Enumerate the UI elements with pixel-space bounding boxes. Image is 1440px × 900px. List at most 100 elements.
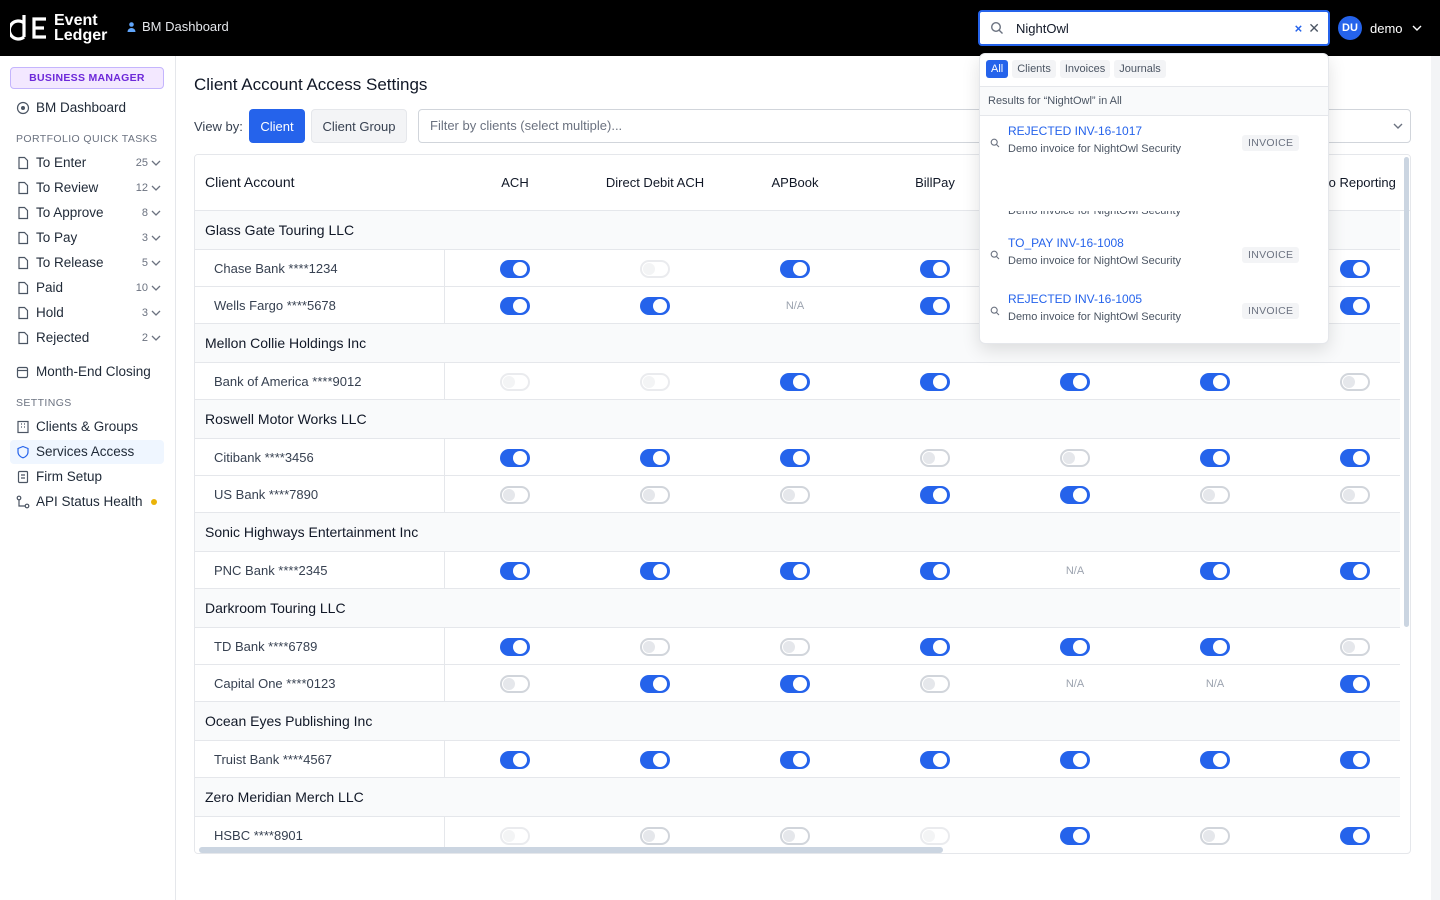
- access-toggle[interactable]: [500, 485, 530, 504]
- sidebar-item-to-release[interactable]: To Release 5: [16, 255, 162, 270]
- access-toggle[interactable]: [1340, 296, 1370, 315]
- page-scrollbar[interactable]: [1431, 56, 1440, 900]
- access-toggle[interactable]: [920, 259, 950, 278]
- access-cell: N/A: [725, 287, 865, 324]
- access-toggle[interactable]: [1340, 750, 1370, 769]
- sidebar-item-rejected[interactable]: Rejected 2: [16, 330, 162, 345]
- access-toggle[interactable]: [500, 448, 530, 467]
- sidebar-item-bm-dashboard[interactable]: BM Dashboard: [16, 100, 162, 115]
- access-toggle[interactable]: [780, 372, 810, 391]
- logo-line1: Event: [54, 12, 98, 29]
- access-toggle[interactable]: [920, 372, 950, 391]
- user-menu[interactable]: DU demo: [1338, 16, 1423, 40]
- horizontal-scrollbar[interactable]: [199, 847, 943, 853]
- sidebar-item-api-status-health[interactable]: API Status Health: [16, 494, 162, 509]
- access-toggle[interactable]: [1200, 561, 1230, 580]
- access-toggle[interactable]: [920, 485, 950, 504]
- access-toggle[interactable]: [780, 259, 810, 278]
- access-toggle[interactable]: [780, 448, 810, 467]
- results-heading: Results for “NightOwl” in All: [980, 86, 1328, 116]
- access-toggle[interactable]: [1200, 826, 1230, 845]
- access-toggle[interactable]: [1060, 448, 1090, 467]
- access-cell: [1005, 817, 1145, 853]
- access-toggle[interactable]: [1060, 826, 1090, 845]
- access-toggle[interactable]: [1200, 372, 1230, 391]
- access-toggle[interactable]: [640, 826, 670, 845]
- sidebar-item-firm-setup[interactable]: Firm Setup: [16, 469, 162, 484]
- access-toggle[interactable]: [500, 259, 530, 278]
- sidebar-item-services-access[interactable]: Services Access: [16, 444, 162, 459]
- access-toggle[interactable]: [1060, 637, 1090, 656]
- search-result-item[interactable]: REJECTED INV-16-1017 Demo invoice for Nig…: [980, 116, 1328, 154]
- search-tab-all[interactable]: All: [986, 60, 1009, 78]
- search-tab-journals[interactable]: Journals: [1114, 60, 1166, 78]
- access-toggle[interactable]: [500, 561, 530, 580]
- access-toggle[interactable]: [920, 750, 950, 769]
- access-toggle[interactable]: [640, 674, 670, 693]
- access-toggle[interactable]: [500, 637, 530, 656]
- access-toggle[interactable]: [640, 448, 670, 467]
- access-toggle[interactable]: [1200, 448, 1230, 467]
- access-toggle[interactable]: [780, 674, 810, 693]
- access-toggle[interactable]: [640, 485, 670, 504]
- access-cell: [1285, 476, 1410, 513]
- sidebar-item-to-approve[interactable]: To Approve 8: [16, 205, 162, 220]
- sidebar-item-to-enter[interactable]: To Enter 25: [16, 155, 162, 170]
- search-result-item[interactable]: REJECTED INV-16-1005 Demo invoice for Nig…: [980, 284, 1328, 340]
- access-toggle[interactable]: [780, 561, 810, 580]
- sidebar-item-clients-groups[interactable]: Clients & Groups: [16, 419, 162, 434]
- access-toggle[interactable]: [1200, 637, 1230, 656]
- global-search-input[interactable]: NightOwl × ✕: [978, 10, 1330, 46]
- access-toggle[interactable]: [1340, 826, 1370, 845]
- access-toggle[interactable]: [780, 485, 810, 504]
- search-result-item[interactable]: TO_PAY INV-16-1008 Demo invoice for Night…: [980, 228, 1328, 284]
- access-cell: [585, 665, 725, 702]
- access-toggle[interactable]: [1340, 259, 1370, 278]
- access-toggle[interactable]: [1060, 485, 1090, 504]
- access-cell: [1285, 665, 1410, 702]
- access-toggle[interactable]: [640, 561, 670, 580]
- access-toggle[interactable]: [500, 750, 530, 769]
- access-toggle[interactable]: [640, 750, 670, 769]
- sidebar-item-hold[interactable]: Hold 3: [16, 305, 162, 320]
- access-toggle[interactable]: [780, 750, 810, 769]
- access-toggle[interactable]: [500, 674, 530, 693]
- section-settings: SETTINGS: [16, 397, 72, 409]
- close-search-button[interactable]: ✕: [1308, 20, 1320, 37]
- access-toggle[interactable]: [1340, 674, 1370, 693]
- vertical-scrollbar[interactable]: [1404, 157, 1409, 627]
- access-toggle[interactable]: [1340, 372, 1370, 391]
- access-toggle[interactable]: [1200, 485, 1230, 504]
- sidebar-item-to-review[interactable]: To Review 12: [16, 180, 162, 195]
- access-toggle[interactable]: [500, 296, 530, 315]
- search-tab-clients[interactable]: Clients: [1012, 60, 1056, 78]
- access-toggle[interactable]: [920, 674, 950, 693]
- access-toggle[interactable]: [1060, 372, 1090, 391]
- access-toggle[interactable]: [1340, 448, 1370, 467]
- access-toggle[interactable]: [1340, 561, 1370, 580]
- access-toggle[interactable]: [920, 296, 950, 315]
- search-tab-invoices[interactable]: Invoices: [1059, 60, 1111, 78]
- access-toggle[interactable]: [640, 637, 670, 656]
- sidebar-item-to-pay[interactable]: To Pay 3: [16, 230, 162, 245]
- access-cell: [445, 363, 585, 400]
- access-toggle[interactable]: [920, 637, 950, 656]
- app-logo[interactable]: Event Ledger: [10, 9, 107, 47]
- access-toggle[interactable]: [1060, 750, 1090, 769]
- sidebar-item-paid[interactable]: Paid 10: [16, 280, 162, 295]
- access-cell: [445, 439, 585, 476]
- access-toggle[interactable]: [780, 826, 810, 845]
- access-toggle[interactable]: [920, 448, 950, 467]
- access-toggle[interactable]: [1340, 637, 1370, 656]
- access-toggle[interactable]: [920, 561, 950, 580]
- access-toggle[interactable]: [780, 637, 810, 656]
- sidebar-item-month-end-closing[interactable]: Month-End Closing: [16, 364, 162, 379]
- access-toggle[interactable]: [1200, 750, 1230, 769]
- view-by-client-button[interactable]: Client: [249, 109, 305, 143]
- view-by-client-group-button[interactable]: Client Group: [311, 109, 407, 143]
- bm-dashboard-link[interactable]: BM Dashboard: [127, 19, 229, 34]
- access-toggle[interactable]: [640, 296, 670, 315]
- search-result-item-partial[interactable]: Demo invoice for NightOwl Security: [980, 211, 1328, 223]
- access-toggle[interactable]: [1340, 485, 1370, 504]
- clear-search-button[interactable]: ×: [1295, 21, 1303, 36]
